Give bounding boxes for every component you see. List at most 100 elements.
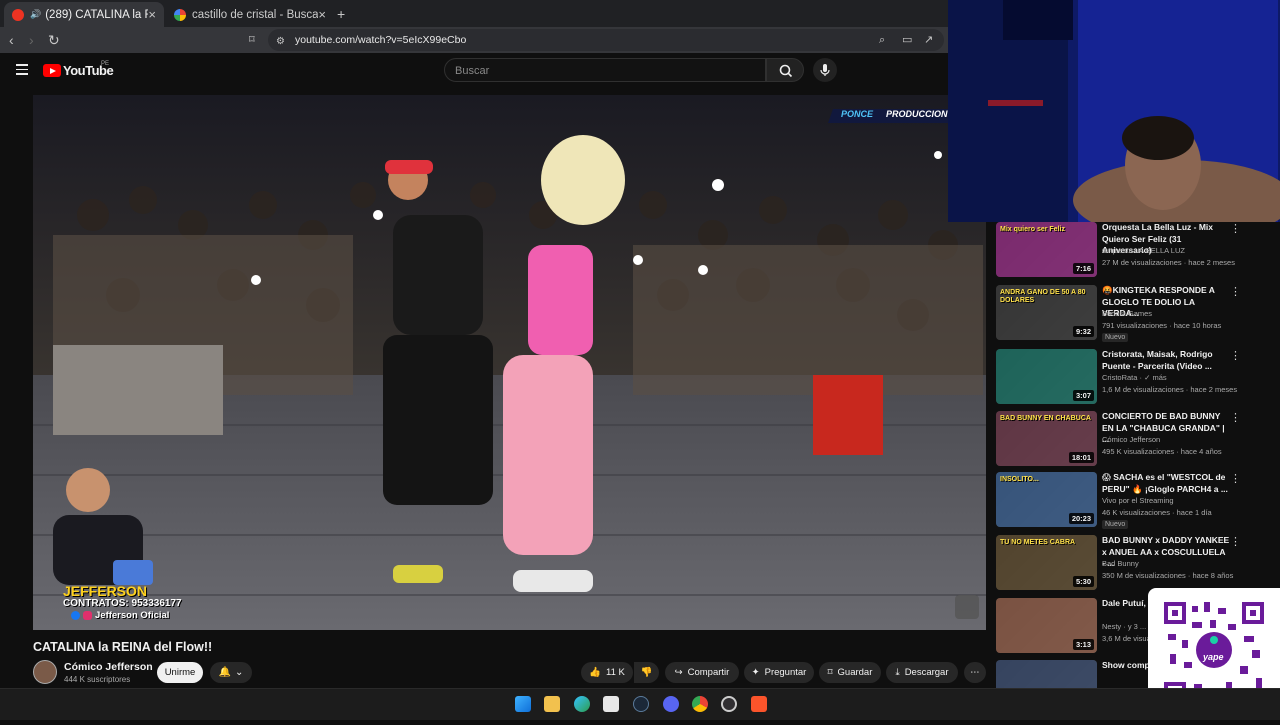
recommendation-item[interactable]: TU NO METES CABRA 5:30 BAD BUNNY x DADDY Y… (996, 535, 1246, 595)
chevron-down-icon: ⌄ (235, 667, 244, 678)
recommendation-thumbnail[interactable]: TU NO METES CABRA 5:30 (996, 535, 1097, 590)
notifications-button[interactable]: 🔔 ⌄ (210, 662, 252, 683)
thumbnail-text: INSOLITO... (1000, 476, 1039, 483)
more-options-icon[interactable]: ⋮ (1230, 411, 1241, 424)
region-code: PE (101, 61, 110, 67)
url-text[interactable]: youtube.com/watch?v=5eIcX99eCbo (295, 34, 466, 46)
recommendation-item[interactable]: BAD BUNNY EN CHABUCA 18:01 CONCIERTO DE BA… (996, 411, 1246, 471)
cast-icon[interactable]: ▭ (902, 33, 912, 47)
channel-name[interactable]: Cómico Jefferson (64, 661, 153, 673)
ask-label: Preguntar (764, 667, 807, 678)
recommendation-channel[interactable]: Cómico Jefferson (1102, 435, 1160, 444)
more-options-icon[interactable]: ⋮ (1230, 535, 1241, 548)
voice-search-button[interactable] (813, 58, 837, 82)
recommendation-channel[interactable]: Nesty · y 3 ... (1102, 622, 1146, 631)
instagram-icon (83, 611, 92, 620)
close-tab-icon[interactable]: × (148, 7, 156, 22)
steam-icon[interactable] (633, 696, 649, 712)
recommendation-meta: 3,6 M de visua (1102, 634, 1151, 643)
recommendation-meta: 1,6 M de visualizaciones · hace 2 meses (1102, 385, 1238, 394)
store-icon[interactable] (603, 696, 619, 712)
recommendation-item[interactable]: ANDRA GANO DE 50 A 80 DOLARES 9:32 🤬KINGTE… (996, 285, 1246, 345)
recommendation-channel[interactable]: CristoRata · ✓ más (1102, 373, 1167, 382)
sparkle-icon: ✦ (751, 667, 760, 678)
recommendation-channel[interactable]: Bad Bunny (1102, 559, 1139, 568)
save-label: Guardar (837, 667, 873, 678)
forward-icon[interactable]: › (29, 33, 34, 47)
more-actions-button[interactable]: ⋯ (964, 662, 986, 683)
recommendation-item[interactable]: Mix quiero ser Feliz 7:16 Orquesta La Bell… (996, 222, 1246, 282)
discord-icon[interactable] (663, 696, 679, 712)
download-label: Descargar (904, 667, 949, 678)
tab-label: castillo de cristal - Buscar con Google (192, 8, 319, 21)
youtube-logo-icon[interactable] (43, 64, 61, 77)
recommendation-channel[interactable]: Orquesta LA BELLA LUZ (1102, 246, 1185, 255)
new-tab-button[interactable]: + (337, 7, 345, 21)
thumbnail-text: BAD BUNNY EN CHABUCA (1000, 415, 1091, 422)
file-explorer-icon[interactable] (544, 696, 560, 712)
reload-icon[interactable]: ↻ (48, 33, 60, 47)
recommendation-thumbnail[interactable]: BAD BUNNY EN CHABUCA 18:01 (996, 411, 1097, 466)
recommendation-thumbnail[interactable]: 3:07 (996, 349, 1097, 404)
thumbs-up-icon: 👍 (589, 667, 601, 678)
share-label: Compartir (687, 667, 730, 678)
recommendation-thumbnail[interactable]: INSOLITO... 20:23 (996, 472, 1097, 527)
duration-badge: 3:07 (1072, 390, 1094, 401)
recommendation-channel[interactable]: Budota Games (1102, 309, 1152, 318)
join-button[interactable]: Unirme (157, 662, 203, 683)
close-tab-icon[interactable]: × (318, 7, 326, 22)
recommendation-thumbnail[interactable]: Mix quiero ser Feliz 7:16 (996, 222, 1097, 277)
recommendation-channel[interactable]: Vivo por el Streaming (1102, 496, 1174, 505)
overlay-contract: CONTRATOS: 953336177 (63, 598, 182, 609)
microphone-icon (820, 64, 830, 76)
recommendation-thumbnail[interactable]: ANDRA GANO DE 50 A 80 DOLARES 9:32 (996, 285, 1097, 340)
recommendation-title[interactable]: Cristorata, Maisak, Rodrigo Puente - Par… (1102, 349, 1230, 372)
share-icon: ↪ (674, 667, 683, 678)
more-options-icon[interactable]: ⋮ (1230, 349, 1241, 362)
thumbnail-text: TU NO METES CABRA (1000, 539, 1076, 546)
brave-icon[interactable] (751, 696, 767, 712)
windows-icon[interactable] (515, 696, 531, 712)
webcam-frame (948, 0, 1280, 222)
save-button[interactable]: ⌑ Guardar (819, 662, 881, 683)
zoom-icon[interactable]: ⌕ (879, 33, 885, 47)
duration-badge: 9:32 (1072, 326, 1094, 337)
recommendation-item[interactable]: INSOLITO... 20:23 😱 SACHA es el "WESTCOL d… (996, 472, 1246, 532)
share-button[interactable]: ↪ Compartir (665, 662, 739, 683)
tab-google[interactable]: castillo de cristal - Buscar con Google … (166, 2, 334, 27)
download-icon: ⤓ (895, 667, 900, 678)
bookmark-icon[interactable]: ⌑ (249, 33, 255, 47)
back-icon[interactable]: ‹ (9, 33, 14, 47)
more-options-icon[interactable]: ⋮ (1230, 472, 1241, 485)
more-icon: ⋯ (970, 667, 980, 678)
tab-youtube[interactable]: 🔊 (289) CATALINA la REINA del × (4, 2, 164, 27)
overlay-social: Jefferson Oficial (71, 610, 169, 621)
recommendation-title[interactable]: 😱 SACHA es el "WESTCOL de PERU" 🔥 ¡Glogl… (1102, 472, 1230, 495)
share-page-icon[interactable]: ↗ (924, 33, 933, 47)
chrome-icon[interactable] (692, 696, 708, 712)
search-button[interactable] (766, 58, 804, 82)
recommendation-meta: 791 visualizaciones · hace 10 horas (1102, 321, 1222, 330)
dislike-button[interactable]: 👎 (634, 662, 659, 683)
ask-button[interactable]: ✦ Preguntar (744, 662, 814, 683)
recommendation-item[interactable]: 3:07 Cristorata, Maisak, Rodrigo Puente -… (996, 349, 1246, 409)
thumbnail-text: ANDRA GANO DE 50 A 80 DOLARES (1000, 289, 1086, 304)
facebook-icon (71, 611, 80, 620)
recommendation-meta: 350 M de visualizaciones · hace 8 años (1102, 571, 1234, 580)
search-input[interactable]: Buscar (444, 58, 766, 82)
recommendation-meta: 46 K visualizaciones · hace 1 día (1102, 508, 1212, 517)
obs-icon[interactable] (721, 696, 737, 712)
video-player[interactable]: PONCE PRODUCCION JEFFERSON CONTRATOS: 95… (33, 95, 986, 630)
more-options-icon[interactable]: ⋮ (1230, 285, 1241, 298)
like-count: 11 K (606, 667, 625, 678)
speaker-icon: 🔊 (30, 9, 42, 19)
menu-icon[interactable] (16, 64, 28, 75)
download-button[interactable]: ⤓ Descargar (886, 662, 958, 683)
site-info-icon[interactable]: ⚙ (276, 35, 285, 49)
thumbnail-text: Mix quiero ser Feliz (1000, 226, 1065, 233)
recommendation-thumbnail[interactable]: 3:13 (996, 598, 1097, 653)
more-options-icon[interactable]: ⋮ (1230, 222, 1241, 235)
channel-avatar[interactable] (33, 660, 57, 684)
like-button[interactable]: 👍 11 K (581, 662, 633, 683)
edge-icon[interactable] (574, 696, 590, 712)
